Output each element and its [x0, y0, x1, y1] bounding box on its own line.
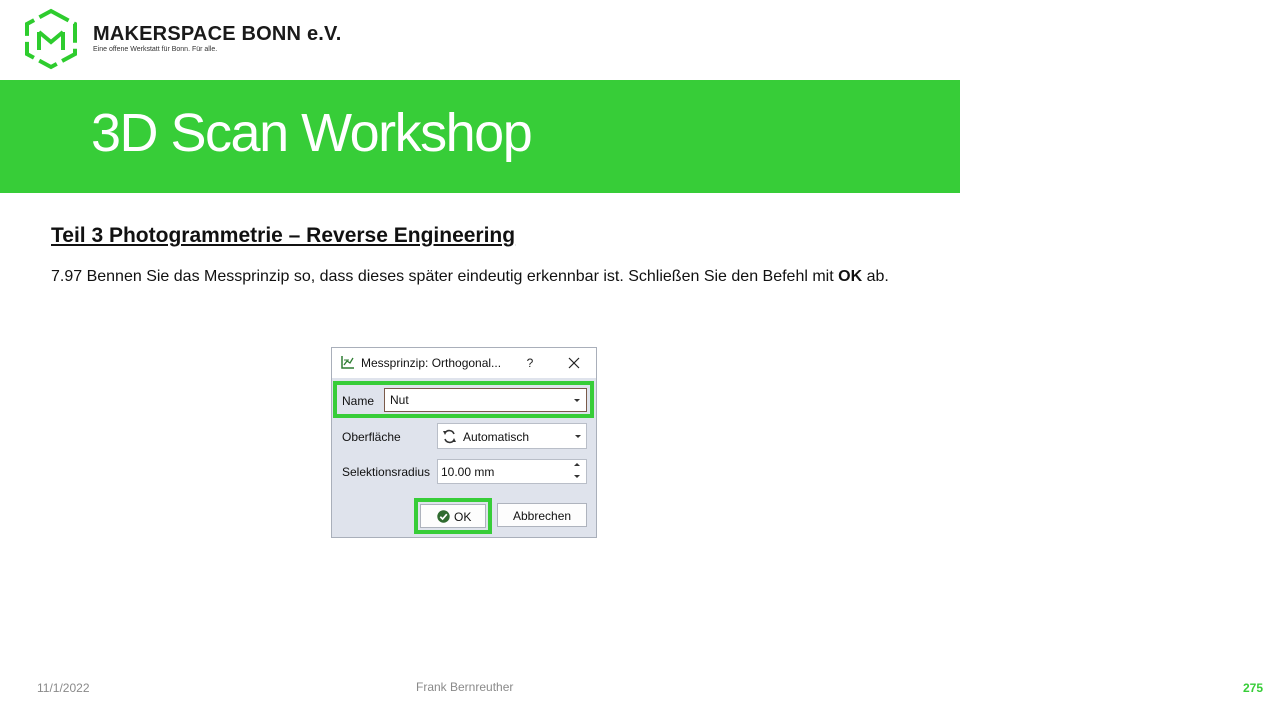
- surface-combobox[interactable]: Automatisch: [437, 423, 587, 449]
- close-button[interactable]: [566, 354, 582, 372]
- measure-principle-dialog: Messprinzip: Orthogonal... ? Name Nut Ob…: [331, 347, 597, 538]
- instruction-bold: OK: [838, 268, 863, 285]
- logo-name: MAKERSPACE BONN e.V.: [93, 23, 342, 45]
- help-button[interactable]: ?: [522, 354, 538, 372]
- footer-date: 11/1/2022: [37, 681, 90, 695]
- hexagon-m-logo-icon: [25, 8, 77, 70]
- measure-chart-icon: [341, 356, 354, 369]
- makerspace-logo: MAKERSPACE BONN e.V. Eine offene Werksta…: [22, 8, 362, 72]
- dialog-title: Messprinzip: Orthogonal...: [361, 356, 502, 370]
- title-banner: 3D Scan Workshop: [0, 80, 960, 193]
- cancel-label: Abbrechen: [513, 509, 572, 523]
- dialog-titlebar[interactable]: Messprinzip: Orthogonal... ?: [332, 348, 596, 378]
- refresh-icon: [443, 429, 456, 444]
- cancel-button[interactable]: Abbrechen: [497, 503, 587, 527]
- slide-title: 3D Scan Workshop: [91, 103, 533, 163]
- name-label: Name: [342, 394, 375, 408]
- name-combobox[interactable]: Nut: [384, 388, 587, 412]
- chevron-down-icon: [575, 435, 581, 438]
- ok-button[interactable]: OK: [420, 504, 486, 528]
- radius-value: 10.00 mm: [441, 465, 495, 479]
- instruction-suffix: ab.: [862, 268, 889, 285]
- radius-label: Selektionsradius: [342, 465, 431, 479]
- checkmark-icon: [437, 510, 450, 523]
- chevron-down-icon: [574, 399, 580, 402]
- surface-value: Automatisch: [463, 430, 530, 444]
- name-value: Nut: [390, 393, 409, 407]
- footer-author: Frank Bernreuther: [416, 680, 514, 694]
- logo-tagline: Eine offene Werkstatt für Bonn. Für alle…: [93, 46, 218, 53]
- ok-label: OK: [454, 510, 472, 524]
- radius-spinbox[interactable]: 10.00 mm: [437, 459, 587, 484]
- spin-up-button[interactable]: [574, 463, 580, 466]
- instruction-text: 7.97 Bennen Sie das Messprinzip so, dass…: [51, 268, 889, 286]
- page-number: 275: [1243, 681, 1264, 695]
- instruction-prefix: 7.97 Bennen Sie das Messprinzip so, dass…: [51, 268, 839, 285]
- surface-label: Oberfläche: [342, 430, 401, 444]
- close-icon: [568, 357, 580, 369]
- spin-down-button[interactable]: [574, 475, 580, 478]
- section-heading: Teil 3 Photogrammetrie – Reverse Enginee…: [51, 224, 516, 247]
